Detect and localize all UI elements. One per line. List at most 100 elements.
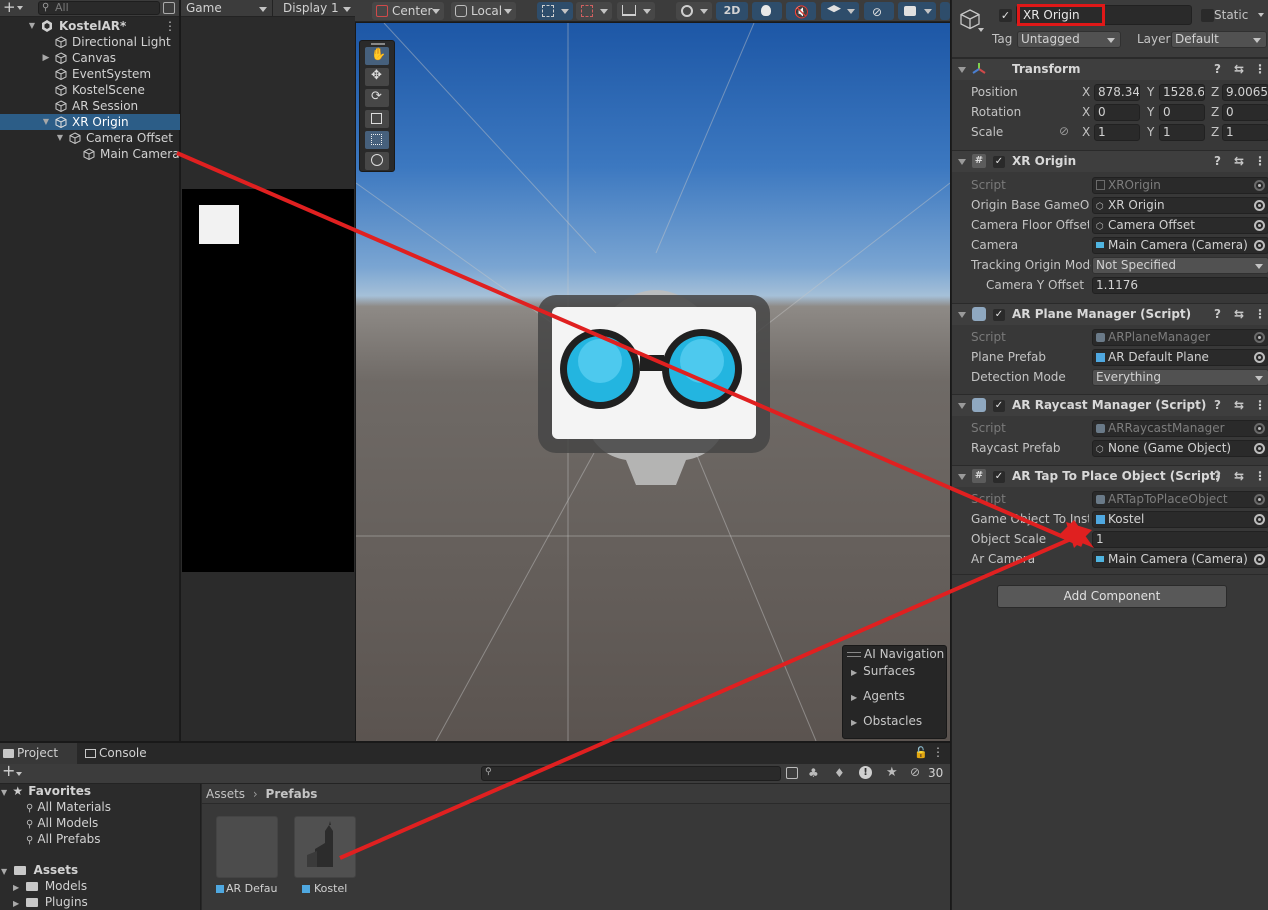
hierarchy-item-eventsystem[interactable]: EventSystem (0, 66, 180, 82)
ai-nav-item-obstacles[interactable]: ▶ Obstacles (851, 714, 922, 728)
object-name-input[interactable]: XR Origin (1016, 4, 1192, 26)
space-local-dropdown[interactable]: Local (451, 2, 516, 20)
more-options-icon[interactable]: ⋮ (1254, 151, 1266, 171)
tag-dropdown[interactable]: Untagged (1017, 31, 1121, 48)
scale-tool-button[interactable] (365, 110, 389, 128)
favorite-all-models[interactable]: ⚲ All Models (26, 816, 98, 830)
ai-nav-item-agents[interactable]: ▶ Agents (851, 689, 905, 703)
pivot-center-dropdown[interactable]: Center (372, 2, 444, 20)
breadcrumb-current[interactable]: Prefabs (266, 787, 318, 801)
hierarchy-search-input[interactable]: ⚲ All (38, 1, 160, 15)
search-by-type-icon[interactable] (786, 767, 798, 779)
component-enabled-checkbox[interactable]: ✓ (993, 156, 1005, 168)
foldout-arrow-icon[interactable] (958, 67, 966, 73)
game-object-field[interactable]: Kostel (1092, 511, 1268, 528)
object-picker-icon[interactable] (1254, 240, 1265, 251)
chevron-down-icon[interactable] (978, 28, 984, 32)
object-picker-icon[interactable] (1254, 332, 1265, 343)
object-picker-icon[interactable] (1254, 220, 1265, 231)
transform-tool-button[interactable] (365, 152, 389, 170)
hierarchy-item-main-camera[interactable]: Main Camera (0, 146, 180, 162)
asset-kostel[interactable]: Kostel (294, 816, 356, 895)
lock-icon[interactable]: 🔓 (914, 746, 928, 759)
grid-visibility-button[interactable] (576, 2, 612, 20)
transform-component-header[interactable]: Transform ? ⇆ ⋮ (952, 58, 1268, 80)
hierarchy-item-xr-origin[interactable]: ▼ XR Origin (0, 114, 180, 130)
help-icon[interactable]: ? (1214, 151, 1221, 171)
plane-prefab-field[interactable]: AR Default Plane (1092, 349, 1268, 366)
expand-arrow-icon[interactable]: ▼ (28, 18, 36, 34)
ar-tap-to-place-header[interactable]: # ✓ AR Tap To Place Object (Script) ? ⇆ … (952, 465, 1268, 487)
rotation-z-field[interactable]: 0 (1222, 104, 1268, 121)
project-search-input[interactable]: ⚲ (481, 766, 781, 781)
position-y-field[interactable]: 1528.62 (1159, 84, 1205, 101)
presets-icon[interactable]: ⇆ (1234, 304, 1244, 324)
presets-icon[interactable]: ⇆ (1234, 395, 1244, 415)
script-field[interactable]: ARPlaneManager (1092, 329, 1268, 346)
expand-arrow-icon[interactable]: ▶ (42, 50, 50, 66)
expand-arrow-icon[interactable]: ▼ (42, 114, 50, 130)
camera-settings-button[interactable] (898, 2, 936, 20)
more-options-icon[interactable]: ⋮ (1254, 466, 1266, 486)
folder-plugins[interactable]: ▶ Plugins (13, 895, 88, 909)
eye-hidden-icon[interactable]: ⊘ (910, 765, 920, 779)
rotation-x-field[interactable]: 0 (1094, 104, 1140, 121)
xr-origin-component-header[interactable]: # ✓ XR Origin ? ⇆ ⋮ (952, 150, 1268, 172)
hidden-objects-button[interactable]: ⊘ (864, 2, 894, 20)
scale-z-field[interactable]: 1 (1222, 124, 1268, 141)
favorite-star-icon[interactable]: ★ (886, 765, 898, 780)
static-checkbox[interactable] (1201, 9, 1214, 22)
camera-floor-offset-field[interactable]: ⬡ Camera Offset (1092, 217, 1268, 234)
help-icon[interactable]: ? (1214, 304, 1221, 324)
scale-y-field[interactable]: 1 (1159, 124, 1205, 141)
favorites-folder[interactable]: ▼ ★ Favorites (1, 784, 91, 798)
chevron-down-icon[interactable] (17, 6, 23, 10)
hierarchy-item-canvas[interactable]: ▶ Canvas (0, 50, 180, 66)
favorite-all-materials[interactable]: ⚲ All Materials (26, 800, 111, 814)
camera-field[interactable]: Main Camera (Camera) (1092, 237, 1268, 254)
drag-handle-icon[interactable] (847, 652, 861, 657)
xr-origin-gizmo-icon[interactable] (536, 285, 776, 495)
object-picker-icon[interactable] (1254, 200, 1265, 211)
foldout-arrow-icon[interactable] (958, 474, 966, 480)
assets-folder[interactable]: ▼ Assets (1, 863, 78, 877)
scene-view[interactable] (356, 23, 950, 741)
hierarchy-item-camera-offset[interactable]: ▼ Camera Offset (0, 130, 180, 146)
more-options-icon[interactable]: ⋮ (1254, 304, 1266, 324)
more-options-icon[interactable]: ⋮ (1254, 395, 1266, 415)
hierarchy-item-ar-session[interactable]: AR Session (0, 98, 180, 114)
object-picker-icon[interactable] (1254, 423, 1265, 434)
raycast-prefab-field[interactable]: ⬡ None (Game Object) (1092, 440, 1268, 457)
origin-base-field[interactable]: ⬡ XR Origin (1092, 197, 1268, 214)
gizmos-button[interactable] (940, 2, 950, 20)
help-icon[interactable]: ? (1214, 466, 1221, 486)
grid-snap-button[interactable] (537, 2, 573, 20)
hierarchy-item-directional-light[interactable]: Directional Light (0, 34, 180, 50)
game-view-select[interactable]: Game (181, 0, 271, 17)
script-field[interactable]: ARTapToPlaceObject (1092, 491, 1268, 508)
ar-camera-field[interactable]: Main Camera (Camera) (1092, 551, 1268, 568)
warning-filter-icon[interactable]: ! (859, 766, 872, 779)
hand-tool-button[interactable]: ✋ (365, 47, 389, 65)
object-picker-icon[interactable] (1254, 494, 1265, 505)
increment-snap-button[interactable] (617, 2, 655, 20)
hierarchy-scene-row[interactable]: ▼ KostelAR* ⋮ (0, 18, 180, 34)
move-tool-button[interactable]: ✥ (365, 68, 389, 86)
detection-mode-dropdown[interactable]: Everything (1092, 369, 1268, 386)
chevron-down-icon[interactable] (16, 772, 22, 776)
hierarchy-item-kostelscene[interactable]: KostelScene (0, 82, 180, 98)
object-picker-icon[interactable] (1254, 554, 1265, 565)
component-enabled-checkbox[interactable]: ✓ (993, 400, 1005, 412)
script-field[interactable]: ARRaycastManager (1092, 420, 1268, 437)
component-enabled-checkbox[interactable]: ✓ (993, 471, 1005, 483)
expand-arrow-icon[interactable]: ▼ (56, 130, 64, 146)
foldout-arrow-icon[interactable] (958, 312, 966, 318)
position-x-field[interactable]: 878.34 (1094, 84, 1140, 101)
draw-mode-button[interactable] (676, 2, 712, 20)
asset-ar-default-plane[interactable]: AR Default... (216, 816, 278, 895)
scale-x-field[interactable]: 1 (1094, 124, 1140, 141)
object-picker-icon[interactable] (1254, 514, 1265, 525)
effects-button[interactable] (821, 2, 859, 20)
layer-dropdown[interactable]: Default (1171, 31, 1267, 48)
ar-raycast-manager-header[interactable]: ✓ AR Raycast Manager (Script) ? ⇆ ⋮ (952, 394, 1268, 416)
